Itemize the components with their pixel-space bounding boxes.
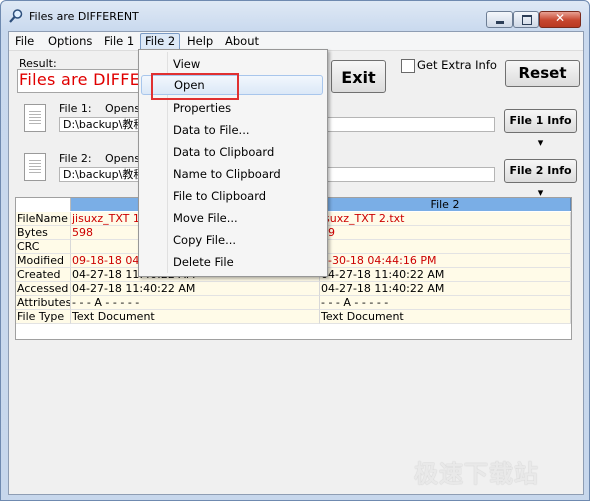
menu-help[interactable]: Help	[183, 33, 217, 49]
close-icon: ✕	[554, 11, 566, 25]
grid-row-label: Attributes	[16, 296, 71, 310]
table-row[interactable]: Attributes - - - A - - - - -- - - A - - -…	[16, 296, 571, 310]
menu-options[interactable]: Options	[44, 33, 96, 49]
grid-cell-file2: isuxz_TXT 2.txt	[320, 212, 571, 226]
file2-label: File 2:	[59, 152, 92, 165]
grid-cell-file2: 19	[320, 226, 571, 240]
menu-item-copy-file[interactable]: Copy File...	[141, 230, 323, 250]
grid-cell-file2	[320, 240, 571, 254]
magnifier-icon	[9, 9, 23, 23]
app-window: Files are DIFFERENT ✕ File Options File …	[0, 0, 590, 501]
reset-button[interactable]: Reset	[505, 60, 580, 87]
file2-document-icon	[24, 153, 46, 181]
grid-row-label: File Type	[16, 310, 71, 324]
grid-cell-file1: Text Document	[71, 310, 320, 324]
grid-row-label: CRC	[16, 240, 71, 254]
extra-info-label: Get Extra Info	[417, 58, 497, 72]
window-title: Files are DIFFERENT	[29, 10, 139, 23]
menu-item-properties[interactable]: Properties	[141, 98, 323, 118]
grid-row-label: FileName	[16, 212, 71, 226]
grid-row-label: Bytes	[16, 226, 71, 240]
table-row[interactable]: Accessed 04-27-18 11:40:22 AM 04-27-18 11:…	[16, 282, 571, 296]
file1-info-button[interactable]: File 1 Info ▾	[504, 109, 577, 149]
close-button[interactable]: ✕	[539, 11, 581, 28]
grid-cell-file1: 04-27-18 11:40:22 AM	[71, 282, 320, 296]
menu-file[interactable]: File	[11, 33, 38, 49]
minimize-button[interactable]	[486, 11, 513, 28]
menu-item-move-file[interactable]: Move File...	[141, 208, 323, 228]
file2-info-button[interactable]: File 2 Info ▾	[504, 159, 577, 199]
result-value: Files are DIFFERENT	[19, 70, 149, 89]
menu-item-name-to-clipboard[interactable]: Name to Clipboard	[141, 164, 323, 184]
exit-button[interactable]: Exit	[331, 60, 386, 93]
grid-cell-file2: 9-30-18 04:44:16 PM	[320, 254, 571, 268]
extra-info-checkbox[interactable]	[401, 59, 415, 73]
grid-row-label: Created	[16, 268, 71, 282]
watermark: 极速下载站	[414, 460, 539, 488]
menu-item-file-to-clipboard[interactable]: File to Clipboard	[141, 186, 323, 206]
menu-about[interactable]: About	[221, 33, 263, 49]
maximize-icon	[522, 15, 532, 25]
grid-cell-file1: - - - A - - - - -	[71, 296, 320, 310]
grid-cell-file2: Text Document	[320, 310, 571, 324]
file2-status: Opens	[105, 152, 141, 165]
grid-cell-file2: 04-27-18 11:40:22 AM	[320, 282, 571, 296]
open-highlight-annotation	[151, 73, 239, 100]
menu-item-delete-file[interactable]: Delete File	[141, 252, 323, 272]
maximize-button[interactable]	[513, 11, 539, 28]
menu-item-data-to-file[interactable]: Data to File...	[141, 120, 323, 140]
file1-status: Opens	[105, 102, 141, 115]
menu-file1[interactable]: File 1	[100, 33, 138, 49]
minimize-icon	[496, 21, 504, 24]
grid-cell-file2: - - - A - - - - -	[320, 296, 571, 310]
grid-row-label: Modified	[16, 254, 71, 268]
file1-label: File 1:	[59, 102, 92, 115]
table-row[interactable]: File Type Text Document Text Document	[16, 310, 571, 324]
title-bar[interactable]: Files are DIFFERENT ✕	[1, 1, 589, 31]
menu-item-data-to-clipboard[interactable]: Data to Clipboard	[141, 142, 323, 162]
menu-item-view[interactable]: View	[141, 54, 323, 74]
grid-row-label: Accessed	[16, 282, 71, 296]
grid-corner	[16, 198, 71, 211]
grid-header-file2[interactable]: File 2	[320, 198, 571, 211]
file1-document-icon	[24, 104, 46, 132]
grid-cell-file2: 04-27-18 11:40:22 AM	[320, 268, 571, 282]
